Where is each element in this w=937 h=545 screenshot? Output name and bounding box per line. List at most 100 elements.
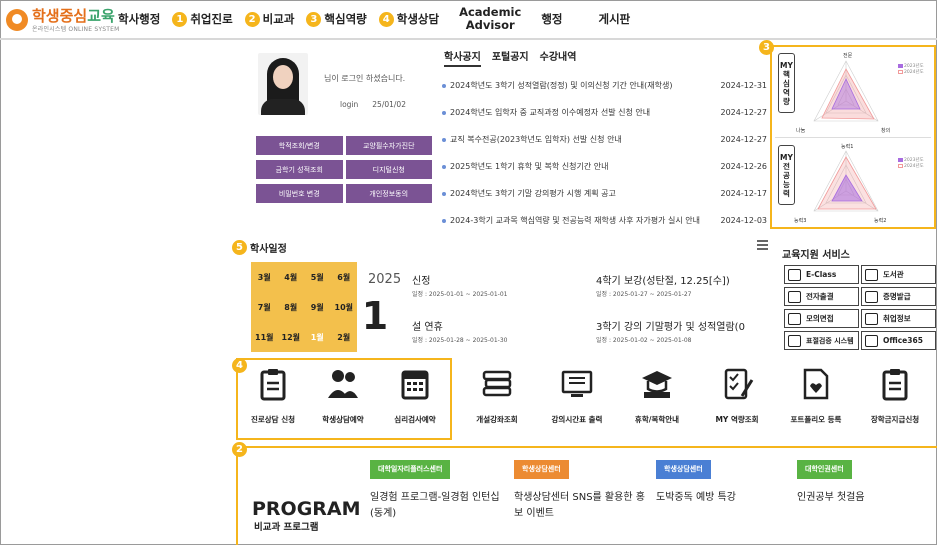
month-2[interactable]: 4월	[278, 262, 305, 292]
tab-course-history[interactable]: 수강내역	[540, 48, 577, 67]
change-password-button[interactable]: 비밀번호 변경	[256, 184, 343, 203]
schedule-event[interactable]: 설 연휴 일정 : 2025-01-28 ~ 2025-01-30	[412, 318, 507, 344]
quick-menu-item[interactable]: 학생상담예약	[308, 366, 378, 425]
major-ability-radar[interactable]: MY 전 공 능 력 능력1 능력3 능력2 2023년도 2024년도	[778, 141, 930, 227]
service-label: Office365	[883, 336, 923, 345]
service-button[interactable]: 취업정보	[861, 309, 936, 328]
service-button[interactable]: 증명발급	[861, 287, 936, 306]
service-label: 전자출결	[806, 292, 834, 301]
hamburger-menu-icon[interactable]	[757, 240, 768, 252]
month-11[interactable]: 1월	[304, 322, 331, 352]
login-date: 25/01/02	[372, 100, 406, 109]
tag-char: MY	[780, 60, 793, 70]
quick-menu-item[interactable]: 강의시간표 출력	[537, 366, 617, 425]
schedule-event[interactable]: 신정 일정 : 2025-01-01 ~ 2025-01-01	[412, 272, 507, 298]
core-competency-radar[interactable]: MY 핵 심 역 량 전문 나눔 창의 2023년도 2024년도	[778, 49, 930, 135]
month-8[interactable]: 10월	[331, 292, 358, 322]
month-9[interactable]: 11월	[251, 322, 278, 352]
event-title: 설 연휴	[412, 322, 443, 333]
month-6[interactable]: 8월	[278, 292, 305, 322]
notice-row[interactable]: 2024학년도 3학기 기말 강의평가 시행 계획 공고 2024-12-17	[440, 180, 770, 207]
nav-item-academic-advisor[interactable]: Academic Advisor	[459, 6, 521, 32]
digital-apply-button[interactable]: 디지털신청	[345, 160, 432, 179]
quick-menu-label: 포트폴리오 등록	[790, 415, 842, 424]
nav-item-counseling[interactable]: 4 학생상담	[378, 11, 439, 27]
schedule-event[interactable]: 3학기 강의 기말평가 및 성적열람(0 일정 : 2025-01-02 ~ 2…	[596, 318, 745, 344]
quick-menu-item[interactable]: MY 역량조회	[697, 366, 777, 425]
event-date: 일정 : 2025-01-02 ~ 2025-01-08	[596, 337, 692, 344]
quick-menu-item[interactable]: 포트폴리오 등록	[776, 366, 856, 425]
tag-char: 량	[783, 96, 790, 106]
site-logo[interactable]: 학생중심교육 온라인시스템 ONLINE SYSTEM	[6, 5, 119, 35]
core-competency-tag: MY 핵 심 역 량	[778, 53, 795, 113]
quick-menu-item[interactable]: 장학금지급신청	[853, 366, 937, 425]
service-label: E-Class	[806, 270, 837, 279]
event-date: 일정 : 2025-01-27 ~ 2025-01-27	[596, 291, 692, 298]
service-label: 도서관	[883, 270, 904, 279]
nav-item-academic-admin[interactable]: 학사행정	[118, 11, 160, 27]
month-3[interactable]: 5월	[304, 262, 331, 292]
quick-menu-item[interactable]: 개설강좌조회	[457, 366, 537, 425]
program-card[interactable]: 대학일자리플러스센터 일경험 프로그램-일경험 인턴십(동계)	[370, 456, 508, 522]
grades-button[interactable]: 금학기 성적조회	[256, 160, 343, 179]
month-4[interactable]: 6월	[331, 262, 358, 292]
program-card-title: 학생상담센터 SNS를 활용한 홍보 이벤트	[514, 492, 645, 519]
tag-char: MY	[780, 152, 793, 162]
program-category-badge: 학생상담센터	[514, 460, 569, 479]
quick-menu-item[interactable]: 심리검사예약	[379, 366, 451, 425]
service-button[interactable]: Office365	[861, 331, 936, 350]
service-button[interactable]: E-Class	[784, 265, 859, 284]
notice-row[interactable]: 2024학년도 입학자 중 교직과정 이수예정자 선발 신청 안내 2024-12…	[440, 99, 770, 126]
radar-legend: 2023년도 2024년도	[898, 63, 924, 75]
nav-label: 행정	[541, 12, 563, 26]
schedule-title: 학사일정	[250, 244, 287, 255]
service-button[interactable]: 표절검증 시스템	[784, 331, 859, 350]
tab-academic-notice[interactable]: 학사공지	[444, 48, 481, 67]
number-badge: 2	[232, 442, 247, 457]
quick-menu-item[interactable]: 휴학/복학안내	[617, 366, 697, 425]
bullet-icon	[442, 164, 446, 169]
program-card[interactable]: 학생상담센터학생상담센터 SNS를 활용한 홍보 이벤트	[514, 456, 652, 522]
event-date: 일정 : 2025-01-01 ~ 2025-01-01	[412, 291, 508, 298]
major-ability-tag: MY 전 공 능 력	[778, 145, 795, 205]
notice-row[interactable]: 2025학년도 1학기 휴학 및 복학 신청기간 안내 2024-12-26	[440, 153, 770, 180]
quick-menu-label: 진로상담 신청	[250, 415, 295, 424]
tab-portal-notice[interactable]: 포털공지	[492, 48, 529, 67]
calendar-icon	[398, 366, 432, 402]
service-button[interactable]: 모의면접	[784, 309, 859, 328]
program-title: PROGRAM	[252, 498, 361, 520]
schedule-event[interactable]: 4학기 보강(성탄절, 12.25[수]) 일정 : 2025-01-27 ~ …	[596, 272, 730, 298]
liberal-arts-check-button[interactable]: 교양필수자가진단	[345, 136, 432, 155]
radar-axis-label: 능력1	[841, 144, 854, 150]
notice-row[interactable]: 2024-3학기 교과목 핵심역량 및 전공능력 재학생 사후 자가평가 실시 …	[440, 207, 770, 234]
month-5[interactable]: 7월	[251, 292, 278, 322]
academic-record-button[interactable]: 학적조회/변경	[256, 136, 343, 155]
month-1[interactable]: 3월	[251, 262, 278, 292]
program-card[interactable]: 대학인권센터 인권공부 첫걸음	[797, 456, 935, 506]
tag-char: 역	[783, 87, 790, 97]
program-card[interactable]: 학생상담센터 도박중독 예방 특강	[656, 456, 794, 506]
quick-menu-item[interactable]: 진로상담 신청	[238, 366, 308, 425]
number-badge: 2	[244, 11, 260, 27]
nav-item-core-competency[interactable]: 3 핵심역량	[306, 11, 367, 27]
nav-item-administration[interactable]: 행정	[541, 11, 562, 27]
nav-label: 비교과	[262, 12, 295, 26]
month-12[interactable]: 2월	[331, 322, 358, 352]
tag-char: 핵	[783, 69, 790, 79]
month-10[interactable]: 12월	[278, 322, 305, 352]
service-label: 증명발급	[883, 292, 911, 301]
month-7[interactable]: 9월	[304, 292, 331, 322]
service-button[interactable]: 도서관	[861, 265, 936, 284]
bullet-icon	[442, 218, 446, 223]
nav-item-career[interactable]: 1 취업진로	[172, 11, 233, 27]
nav-item-extracurricular[interactable]: 2 비교과	[244, 11, 295, 27]
privacy-consent-button[interactable]: 개인정보동의	[345, 184, 432, 203]
quick-menu-label: 심리검사예약	[394, 415, 436, 424]
nav-label: 취업진로	[190, 12, 233, 26]
nav-item-board[interactable]: 게시판	[599, 11, 631, 27]
service-button[interactable]: 전자출결	[784, 287, 859, 306]
notice-row[interactable]: 2024학년도 3학기 성적열람(정정) 및 이의신청 기간 안내(재학생) 20…	[440, 72, 770, 99]
number-badge: 4	[378, 11, 394, 27]
clipboard-icon	[256, 366, 290, 402]
notice-row[interactable]: 교직 복수전공(2023학년도 입학자) 선발 신청 안내 2024-12-27	[440, 126, 770, 153]
